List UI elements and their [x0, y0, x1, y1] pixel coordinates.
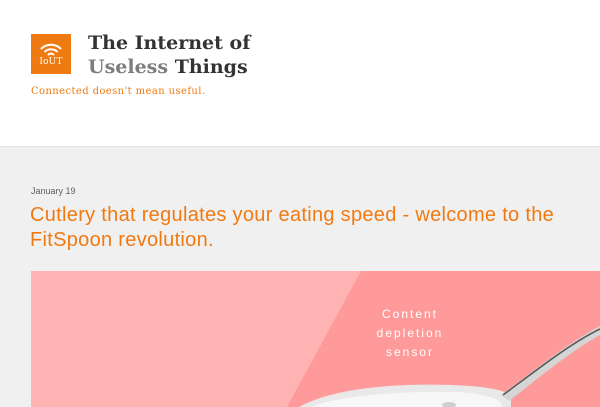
wifi-icon — [40, 43, 62, 56]
site-tagline: Connected doesn't mean useful. — [31, 86, 206, 97]
fitspoon-illustration — [31, 271, 600, 407]
featured-image[interactable] — [31, 271, 600, 407]
site-logo[interactable]: IoUT — [31, 34, 71, 74]
content-depletion-sensor-label: Content depletion sensor — [366, 305, 454, 362]
post-date: January 19 — [31, 186, 76, 196]
site-title-line-2: Useless Things — [88, 55, 250, 79]
site-title-word-useless: Useless — [88, 56, 169, 78]
site-title-word-things: Things — [174, 56, 248, 78]
post-title[interactable]: Cutlery that regulates your eating speed… — [30, 203, 600, 253]
site-header: IoUT The Internet of Useless Things Conn… — [0, 0, 600, 147]
site-title-line-1: The Internet of — [88, 32, 251, 54]
site-title[interactable]: The Internet of Useless Things — [88, 31, 250, 79]
label-line: Content — [381, 307, 439, 321]
logo-text: IoUT — [39, 57, 63, 67]
label-line: sensor — [385, 345, 435, 359]
page: IoUT The Internet of Useless Things Conn… — [0, 0, 600, 407]
label-line: depletion — [376, 326, 444, 340]
